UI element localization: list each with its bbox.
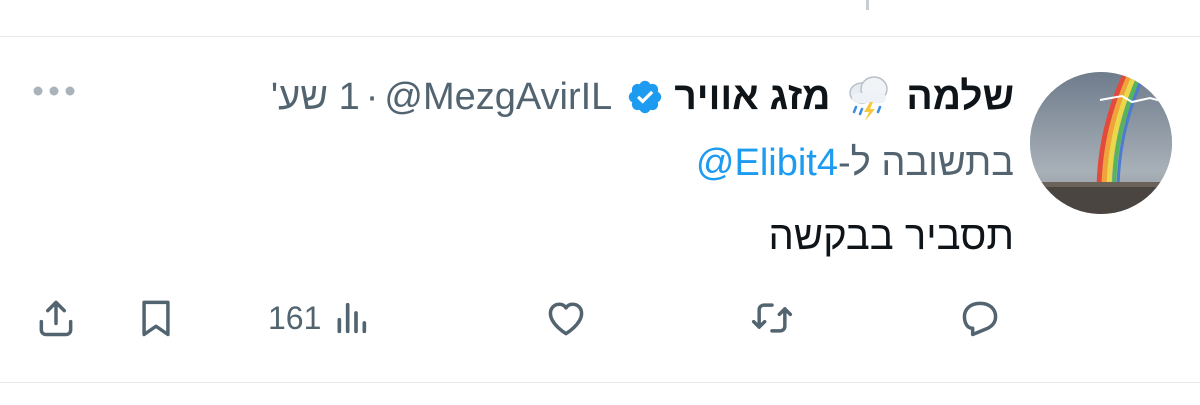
- tweet-header: שלמה מזג אוויר @MezgAvirIL · 1 שע': [271, 66, 1014, 128]
- verified-badge-icon[interactable]: [626, 78, 664, 116]
- reply-mention-link[interactable]: @Elibit4: [696, 142, 838, 185]
- display-name-suffix[interactable]: מזג אוויר: [674, 75, 830, 119]
- like-button[interactable]: [544, 294, 588, 342]
- meta-separator: ·: [365, 75, 379, 118]
- like-icon: [548, 302, 584, 336]
- avatar-image: [1030, 72, 1172, 214]
- views-count: 161: [268, 299, 322, 336]
- views-icon: [337, 302, 367, 334]
- replying-to-label: בתשובה ל-: [838, 141, 1014, 184]
- avatar[interactable]: [1030, 72, 1172, 214]
- handle[interactable]: @MezgAvirIL: [384, 76, 612, 119]
- top-edge-mark: [866, 0, 869, 10]
- reply-icon: [962, 301, 998, 337]
- views-button[interactable]: 161: [268, 294, 371, 342]
- bottom-divider: [0, 382, 1200, 383]
- retweet-icon: [751, 303, 793, 333]
- tweet-text: תסביר בבקשה: [768, 214, 1014, 258]
- share-button[interactable]: [34, 294, 78, 342]
- reply-button[interactable]: [958, 294, 1002, 342]
- more-icon[interactable]: [32, 84, 76, 98]
- timestamp[interactable]: 1 שע': [271, 76, 360, 119]
- share-icon: [39, 300, 73, 337]
- cloud-rain-lightning-icon: [842, 71, 894, 123]
- retweet-button[interactable]: [750, 294, 794, 342]
- action-bar: 161: [0, 288, 1200, 348]
- replying-to: בתשובה ל- @Elibit4: [696, 138, 1014, 188]
- top-divider: [0, 36, 1200, 37]
- bookmark-icon: [142, 300, 170, 337]
- bookmark-button[interactable]: [134, 294, 178, 342]
- display-name[interactable]: שלמה: [906, 75, 1014, 119]
